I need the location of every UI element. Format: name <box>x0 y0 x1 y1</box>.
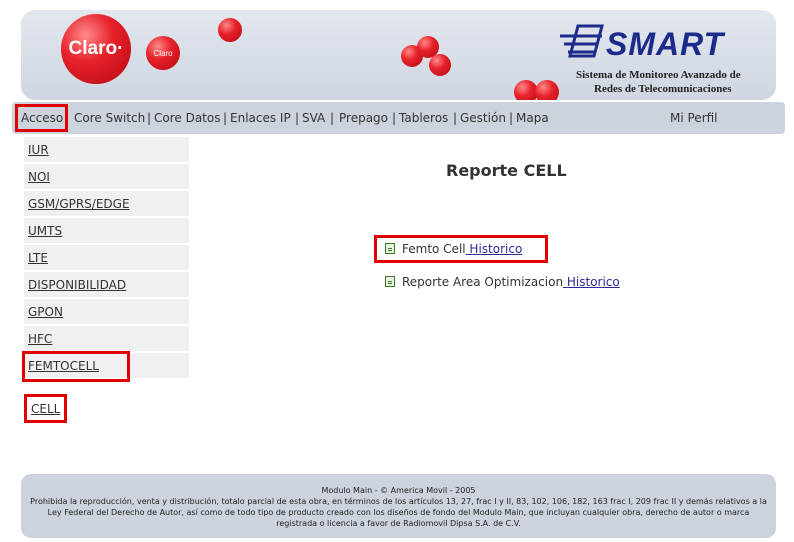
nav-enlaces-ip[interactable]: Enlaces IP <box>230 111 291 125</box>
decorative-ball <box>535 80 559 100</box>
nav-separator: | <box>453 111 458 125</box>
header-banner: Claro· Claro SMART Sistema de Monitoreo … <box>21 10 776 100</box>
claro-logo: Claro· <box>61 14 131 84</box>
sidebar-item-gpon[interactable]: GPON <box>24 299 189 324</box>
claro-small-text: Claro <box>153 48 173 58</box>
nav-separator: | <box>147 111 152 125</box>
sidebar-item-umts[interactable]: UMTS <box>24 218 189 243</box>
nav-prepago[interactable]: Prepago <box>339 111 388 125</box>
highlight-cell <box>24 394 67 423</box>
sidebar-link[interactable]: UMTS <box>28 224 62 238</box>
sidebar-link[interactable]: IUR <box>28 143 49 157</box>
document-icon <box>385 276 395 287</box>
nav-separator: | <box>509 111 514 125</box>
sidebar-item-gsm[interactable]: GSM/GPRS/EDGE <box>24 191 189 216</box>
nav-separator: | <box>295 111 300 125</box>
smart-title: SMART <box>606 26 725 62</box>
nav-separator: | <box>223 111 228 125</box>
footer-copyright: Modulo Main - © America Movil - 2005 <box>321 486 476 495</box>
claro-logo-text: Claro· <box>68 38 124 59</box>
smart-subtitle-line1: Sistema de Monitoreo Avanzado de <box>576 69 741 81</box>
decorative-ball <box>429 54 451 76</box>
highlight-acceso <box>15 104 68 132</box>
sidebar-item-hfc[interactable]: HFC <box>24 326 189 351</box>
sidebar-link[interactable]: HFC <box>28 332 52 346</box>
report-label: Reporte Area Optimizacion <box>402 275 564 289</box>
top-nav: Acceso Core Switch | Core Datos | Enlace… <box>12 102 785 134</box>
nav-tableros[interactable]: Tableros <box>399 111 448 125</box>
nav-separator: | <box>392 111 397 125</box>
smart-subtitle-line2: Redes de Telecomunicaciones <box>594 83 732 95</box>
nav-mapa[interactable]: Mapa <box>516 111 549 125</box>
sidebar-item-disponibilidad[interactable]: DISPONIBILIDAD <box>24 272 189 297</box>
footer: Modulo Main - © America Movil - 2005 Pro… <box>21 474 776 538</box>
sidebar-link[interactable]: GPON <box>28 305 63 319</box>
sidebar-item-iur[interactable]: IUR <box>24 137 189 162</box>
sidebar-link[interactable]: GSM/GPRS/EDGE <box>28 197 130 211</box>
highlight-femto-cell <box>374 235 548 263</box>
decorative-ball <box>218 18 242 42</box>
sidebar-link[interactable]: LTE <box>28 251 48 265</box>
report-area-optimizacion: Reporte Area Optimizacion Historico <box>385 275 620 289</box>
nav-core-switch[interactable]: Core Switch <box>74 111 145 125</box>
sidebar-item-noi[interactable]: NOI <box>24 164 189 189</box>
area-optimizacion-historico-link[interactable]: Historico <box>563 275 620 289</box>
nav-gestion[interactable]: Gestión <box>460 111 506 125</box>
nav-core-datos[interactable]: Core Datos <box>154 111 220 125</box>
sidebar-link[interactable]: NOI <box>28 170 50 184</box>
nav-sva[interactable]: SVA <box>302 111 325 125</box>
highlight-femtocell <box>22 351 130 382</box>
sidebar-link[interactable]: DISPONIBILIDAD <box>28 278 126 292</box>
page-title: Reporte CELL <box>446 161 567 180</box>
footer-legal: Prohibida la reproducción, venta y distr… <box>30 497 767 528</box>
sidebar-item-lte[interactable]: LTE <box>24 245 189 270</box>
nav-separator: | <box>330 111 335 125</box>
nav-mi-perfil[interactable]: Mi Perfil <box>670 111 718 125</box>
claro-small-logo: Claro <box>146 36 180 70</box>
